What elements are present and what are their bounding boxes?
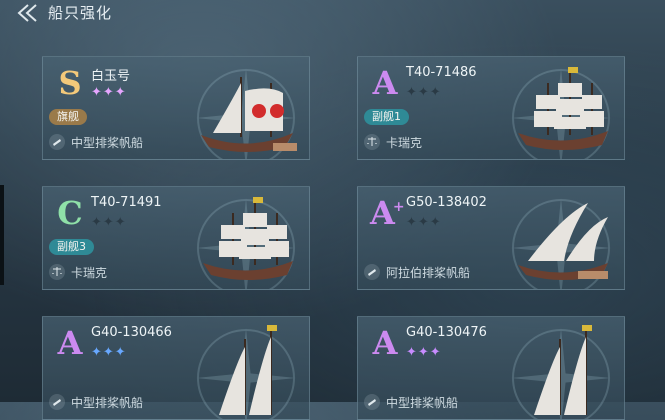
horn-icon	[364, 394, 380, 410]
ship-card-3[interactable]: C T40-71491 ✦✦✦ 副舰3 卡瑞克	[42, 186, 310, 290]
ship-name: T40-71486	[406, 65, 477, 80]
ship-card-2[interactable]: A T40-71486 ✦✦✦ 副舰1 卡瑞克	[357, 56, 625, 160]
star-rating: ✦✦✦	[406, 215, 442, 230]
ship-name: G40-130466	[91, 325, 172, 340]
left-edge-marker	[0, 185, 4, 285]
ship-image	[518, 203, 608, 280]
ship-type: 中型排桨帆船	[364, 393, 458, 411]
ship-image	[518, 67, 608, 150]
ship-name: G40-130476	[406, 325, 487, 340]
ship-card-1[interactable]: S 白玉号 ✦✦✦ 旗舰 中型排桨帆船	[42, 56, 310, 160]
ship-type: 卡瑞克	[49, 263, 107, 281]
horn-icon	[364, 264, 380, 280]
page-title: 船只强化	[48, 4, 113, 22]
star-rating: ✦✦✦	[91, 215, 127, 230]
grade-letter: A+	[370, 194, 405, 232]
ship-type: 阿拉伯排桨帆船	[364, 263, 470, 281]
ship-card-4[interactable]: A+ G50-138402 ✦✦✦ 阿拉伯排桨帆船	[357, 186, 625, 290]
scale-icon	[364, 134, 380, 150]
ship-image	[219, 325, 277, 415]
ship-image	[201, 77, 297, 152]
grade-letter: C	[57, 194, 83, 232]
star-rating: ✦✦✦	[406, 345, 442, 360]
ship-type: 卡瑞克	[364, 133, 422, 151]
role-badge: 副舰1	[364, 109, 409, 125]
star-rating: ✦✦✦	[91, 85, 127, 100]
ship-card-6[interactable]: A G40-130476 ✦✦✦ 中型排桨帆船	[357, 316, 625, 420]
ship-type: 中型排桨帆船	[49, 393, 143, 411]
ship-name: G50-138402	[406, 195, 487, 210]
ship-type: 中型排桨帆船	[49, 133, 143, 151]
grade-letter: A	[372, 64, 398, 102]
star-rating: ✦✦✦	[406, 85, 442, 100]
horn-icon	[49, 134, 65, 150]
ship-image	[203, 197, 293, 280]
role-badge: 副舰3	[49, 239, 94, 255]
star-rating: ✦✦✦	[91, 345, 127, 360]
grade-letter: A	[57, 324, 83, 362]
grade-letter: A	[372, 324, 398, 362]
ship-name: T40-71491	[91, 195, 162, 210]
ship-card-5[interactable]: A G40-130466 ✦✦✦ 中型排桨帆船	[42, 316, 310, 420]
ship-name: 白玉号	[91, 69, 131, 84]
role-badge: 旗舰	[49, 109, 87, 125]
grade-letter: S	[58, 64, 82, 102]
scale-icon	[49, 264, 65, 280]
header-bar: 船只强化	[0, 0, 665, 30]
ship-image	[534, 325, 592, 415]
horn-icon	[49, 394, 65, 410]
back-arrow-icon[interactable]	[14, 2, 40, 24]
